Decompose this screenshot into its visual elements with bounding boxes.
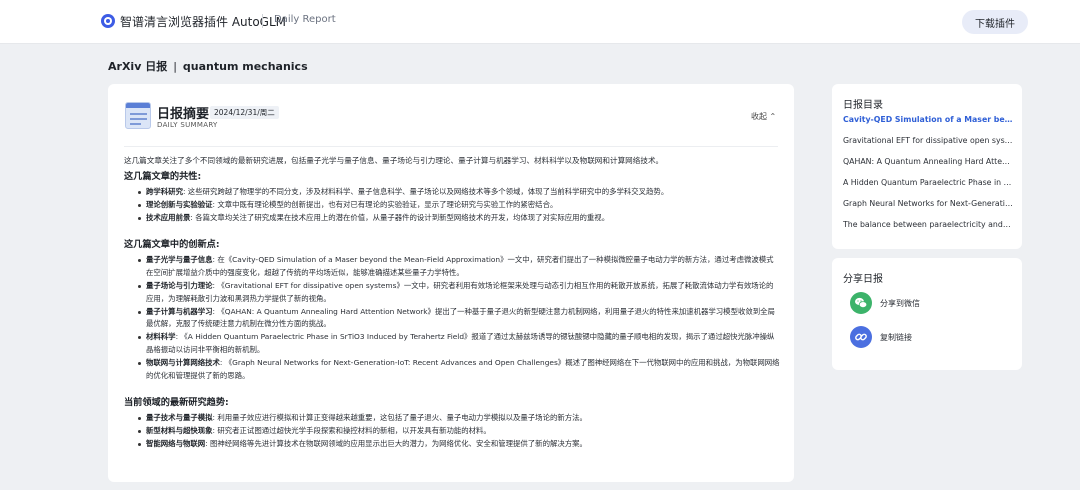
toc-item[interactable]: Gravitational EFT for dissipative open s… bbox=[843, 136, 1013, 145]
download-plugin-button[interactable]: 下载插件 bbox=[962, 10, 1028, 34]
list-item: 量子技术与量子模拟: 利用量子效应进行模拟和计算正变得越来越重要，这包括了量子退… bbox=[138, 412, 780, 425]
breadcrumb-source[interactable]: ArXiv 日报 bbox=[108, 60, 167, 73]
daily-report-tab[interactable]: Daily Report bbox=[274, 14, 336, 25]
share-wechat-label: 分享到微信 bbox=[880, 299, 920, 308]
title-divider bbox=[262, 14, 263, 28]
summary-subtitle: DAILY SUMMARY bbox=[157, 121, 218, 129]
copy-link-label: 复制链接 bbox=[880, 333, 912, 342]
list-item: 智能网络与物联网: 图神经网络等先进计算技术在物联网领域的应用显示出巨大的潜力，… bbox=[138, 438, 780, 451]
list-item: 理论创新与实验验证: 文章中既有理论模型的创新提出，也有对已有理论的实验验证，显… bbox=[138, 199, 780, 212]
chevron-up-icon: ⌃ bbox=[769, 112, 777, 121]
trends-list: 量子技术与量子模拟: 利用量子效应进行模拟和计算正变得越来越重要，这包括了量子退… bbox=[124, 412, 780, 450]
list-item: 量子光学与量子信息: 在《Cavity-QED Simulation of a … bbox=[138, 254, 780, 280]
list-item: 跨学科研究: 这些研究跨越了物理学的不同分支，涉及材料科学、量子信息科学、量子场… bbox=[138, 186, 780, 199]
summary-intro: 这几篇文章关注了多个不同领域的最新研究进展，包括量子光学与量子信息、量子场论与引… bbox=[124, 156, 664, 165]
share-wechat-button[interactable]: 分享到微信 bbox=[850, 292, 1000, 314]
toc-panel: 日报目录 Cavity-QED Simulation of a Maser be… bbox=[832, 84, 1022, 249]
summary-date-badge: 2024/12/31/周二 bbox=[210, 106, 279, 119]
breadcrumb-topic: quantum mechanics bbox=[182, 60, 308, 73]
breadcrumb: ArXiv 日报 | quantum mechanics bbox=[108, 58, 308, 74]
list-item: 量子计算与机器学习: 《QAHAN: A Quantum Annealing H… bbox=[138, 306, 780, 332]
toc-title: 日报目录 bbox=[843, 100, 883, 111]
list-item: 材料科学: 《A Hidden Quantum Paraelectric Pha… bbox=[138, 331, 780, 357]
toc-item[interactable]: QAHAN: A Quantum Annealing Hard Attentio… bbox=[843, 157, 1013, 166]
card-divider bbox=[124, 146, 778, 147]
share-title: 分享日报 bbox=[843, 274, 883, 285]
daily-summary-icon bbox=[125, 102, 151, 129]
section-heading-commonality: 这几篇文章的共性: bbox=[124, 171, 202, 182]
autoglm-logo-icon bbox=[101, 14, 115, 28]
copy-link-button[interactable]: 复制链接 bbox=[850, 326, 1000, 348]
list-item: 技术应用前景: 各篇文章均关注了研究成果在技术应用上的潜在价值，从量子器件的设计… bbox=[138, 212, 780, 225]
section-heading-trends: 当前领域的最新研究趋势: bbox=[124, 397, 229, 409]
section-heading-innovations: 这几篇文章中的创新点: bbox=[124, 239, 220, 251]
summary-card: 日报摘要 2024/12/31/周二 DAILY SUMMARY 收起 ⌃ 这几… bbox=[108, 84, 794, 482]
list-item: 新型材料与超快现象: 研究者正试图通过超快光学手段探索和操控材料的新相，以开发具… bbox=[138, 425, 780, 438]
commonality-list: 跨学科研究: 这些研究跨越了物理学的不同分支，涉及材料科学、量子信息科学、量子场… bbox=[124, 186, 780, 224]
summary-body: 这几篇文章关注了多个不同领域的最新研究进展，包括量子光学与量子信息、量子场论与引… bbox=[124, 155, 780, 456]
innovations-list: 量子光学与量子信息: 在《Cavity-QED Simulation of a … bbox=[124, 254, 780, 382]
toc-item[interactable]: Cavity-QED Simulation of a Maser beyond … bbox=[843, 115, 1013, 124]
breadcrumb-separator: | bbox=[173, 60, 177, 73]
collapse-label: 收起 bbox=[751, 112, 767, 121]
list-item: 物联网与计算网络技术: 《Graph Neural Networks for N… bbox=[138, 357, 780, 383]
summary-title: 日报摘要 bbox=[157, 107, 210, 122]
share-panel: 分享日报 分享到微信 复制链接 bbox=[832, 258, 1022, 370]
toc-item[interactable]: Graph Neural Networks for Next-Generatio… bbox=[843, 199, 1013, 208]
top-bar: 智谱清言浏览器插件 AutoGLM Daily Report 下载插件 bbox=[0, 0, 1080, 44]
toc-item[interactable]: The balance between paraelectricity and … bbox=[843, 220, 1013, 229]
list-item: 量子场论与引力理论: 《Gravitational EFT for dissip… bbox=[138, 280, 780, 306]
link-icon bbox=[850, 326, 872, 348]
collapse-button[interactable]: 收起 ⌃ bbox=[751, 111, 776, 122]
toc-item[interactable]: A Hidden Quantum Paraelectric Phase in S… bbox=[843, 178, 1013, 187]
wechat-icon bbox=[850, 292, 872, 314]
